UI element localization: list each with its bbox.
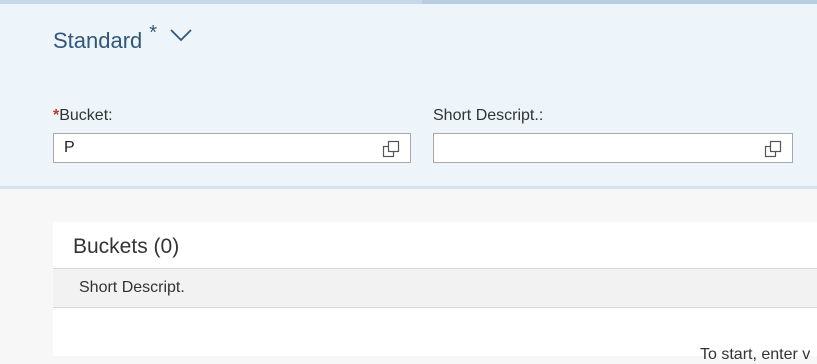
bucket-label-text: Bucket:	[59, 107, 113, 124]
short-descript-field[interactable]	[433, 133, 793, 163]
value-help-icon[interactable]	[764, 140, 782, 158]
variant-modified-marker: *	[149, 22, 158, 44]
header-divider	[0, 186, 817, 189]
value-help-icon[interactable]	[382, 140, 400, 158]
column-header-label: Short Descript.	[79, 279, 185, 296]
buckets-table: Buckets (0) Short Descript. To start, en…	[53, 222, 817, 363]
bucket-field[interactable]	[53, 133, 411, 163]
short-descript-input[interactable]	[434, 134, 774, 162]
column-header-short-descript[interactable]: Short Descript.	[53, 268, 817, 308]
filter-bar-header: Standard * *Bucket: Short Descript.:	[0, 4, 817, 186]
table-title: Buckets (0)	[73, 235, 180, 258]
bucket-label: *Bucket:	[53, 107, 113, 125]
short-descript-label: Short Descript.:	[433, 107, 544, 124]
variant-title[interactable]: Standard	[53, 26, 142, 56]
bucket-input[interactable]	[54, 134, 394, 162]
empty-table-message: To start, enter v	[700, 346, 811, 363]
variant-selector[interactable]: Standard *	[53, 22, 193, 60]
chevron-down-icon[interactable]	[169, 28, 193, 42]
